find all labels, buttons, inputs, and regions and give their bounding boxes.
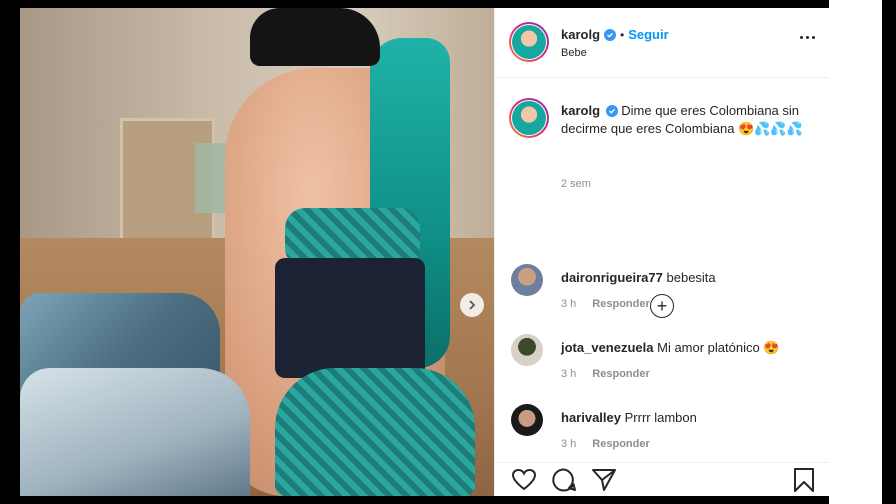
heart-icon [511, 468, 537, 491]
photo-machine-front [20, 368, 250, 496]
comment-text: Mi amor platónico 😍 [657, 340, 780, 355]
comment-username[interactable]: jota_venezuela [561, 340, 654, 355]
more-options-icon[interactable] [800, 36, 815, 39]
verified-badge-icon [605, 105, 618, 117]
comment-avatar[interactable] [511, 264, 543, 296]
reply-button[interactable]: Responder [592, 298, 649, 310]
comment-time: 3 h [561, 298, 577, 310]
author-username[interactable]: karolg [561, 27, 600, 42]
frame-left [0, 0, 20, 504]
comment-time: 3 h [561, 368, 577, 380]
frame-bottom [0, 496, 896, 504]
comment-text: bebesita [666, 270, 716, 285]
photo-cap [250, 8, 380, 66]
caption-username[interactable]: karolg [561, 103, 600, 118]
comment-time: 3 h [561, 438, 577, 450]
like-button[interactable] [511, 467, 537, 493]
comment-text: Prrrr lambon [624, 410, 697, 425]
post-header: karolg • Seguir Bebe [495, 8, 829, 78]
reply-button[interactable]: Responder [592, 368, 649, 380]
comment-meta: 3 h Responder [561, 298, 650, 310]
photo-belt [275, 258, 425, 378]
verified-badge-icon [604, 28, 617, 41]
post-side-panel: karolg • Seguir Bebe karolg Dime que ere… [494, 8, 830, 496]
caption-avatar[interactable] [509, 98, 549, 138]
comment-item: jota_venezuela Mi amor platónico 😍 3 h R… [495, 334, 830, 396]
instagram-post-modal: ower karolg • Seguir Bebe [0, 0, 896, 504]
reply-button[interactable]: Responder [592, 438, 649, 450]
post-photo[interactable]: ower [20, 8, 494, 496]
share-button[interactable] [591, 467, 617, 493]
comment-username[interactable]: harivalley [561, 410, 621, 425]
action-bar [495, 462, 830, 496]
author-line: karolg • Seguir [561, 27, 669, 42]
comment-avatar[interactable] [511, 334, 543, 366]
comment-body: daironrigueira77 bebesita [561, 270, 716, 285]
author-avatar[interactable] [509, 22, 549, 62]
comment-body: jota_venezuela Mi amor platónico 😍 [561, 340, 780, 356]
bookmark-icon [794, 468, 814, 492]
right-margin [829, 0, 882, 504]
comment-username[interactable]: daironrigueira77 [561, 270, 663, 285]
frame-top [0, 0, 896, 8]
comment-meta: 3 h Responder [561, 438, 650, 450]
caption-text: karolg Dime que eres Colombiana sin deci… [561, 102, 811, 138]
send-icon [592, 469, 616, 491]
chevron-right-icon [469, 300, 476, 310]
save-button[interactable] [791, 467, 817, 493]
comment-item: daironrigueira77 bebesita 3 h Responder [495, 264, 830, 326]
author-subtitle[interactable]: Bebe [561, 47, 587, 59]
comment-item: harivalley Prrrr lambon 3 h Responder [495, 404, 830, 466]
follow-button[interactable]: Seguir [628, 27, 668, 42]
comment-body: harivalley Prrrr lambon [561, 410, 697, 425]
frame-right [882, 0, 896, 504]
separator-dot: • [620, 27, 625, 42]
caption-time[interactable]: 2 sem [561, 178, 591, 190]
comment-avatar[interactable] [511, 404, 543, 436]
comment-meta: 3 h Responder [561, 368, 650, 380]
comment-icon [552, 468, 576, 492]
photo-shorts [275, 368, 475, 496]
comment-button[interactable] [551, 467, 577, 493]
next-photo-button[interactable] [460, 293, 484, 317]
